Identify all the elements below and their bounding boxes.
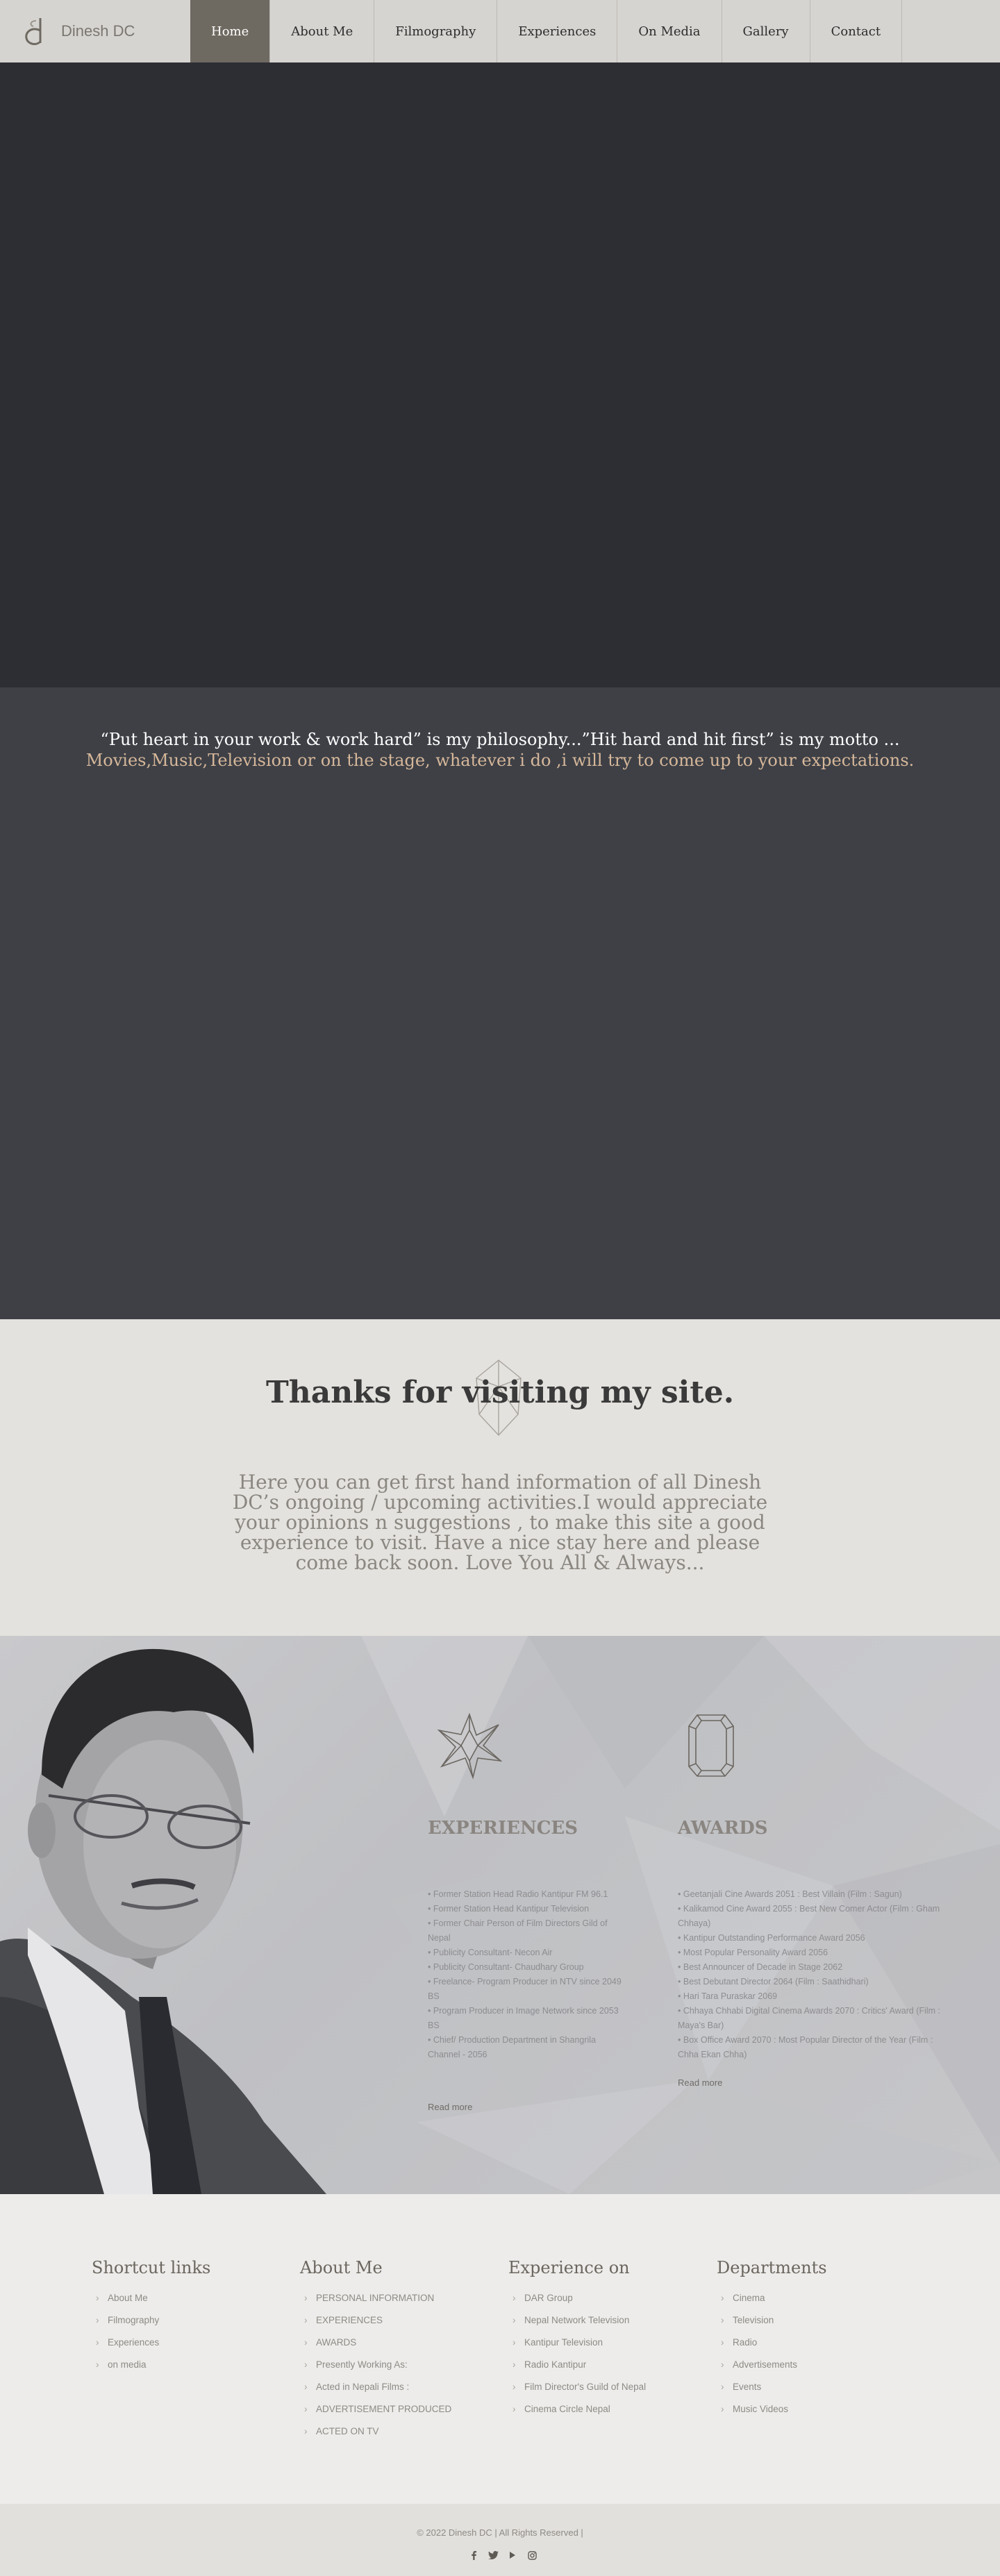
social-links [468,2550,538,2561]
site-logo[interactable]: Dinesh DC [22,15,135,47]
footer-link[interactable]: on media [92,2354,210,2376]
footer-link[interactable]: Acted in Nepali Films : [300,2376,451,2398]
gem-icon [688,1714,734,1777]
list-item: Former Chair Person of Film Directors Gi… [428,1916,629,1946]
footer-link[interactable]: Presently Working As: [300,2354,451,2376]
list-item: Most Popular Personality Award 2056 [678,1946,949,1960]
brand-name: Dinesh DC [61,22,135,40]
star-burst-icon [437,1712,503,1780]
footer-link[interactable]: DAR Group [508,2287,646,2309]
footer-link[interactable]: Cinema Circle Nepal [508,2398,646,2420]
experiences-read-more-link[interactable]: Read more [428,2102,472,2112]
list-item: Former Station Head Kantipur Television [428,1902,629,1916]
facebook-icon[interactable] [468,2550,479,2561]
thanks-body: Here you can get first hand information … [232,1471,768,1574]
list-item: Chhaya Chhabi Digital Cinema Awards 2070… [678,2004,949,2033]
list-item: Best Debutant Director 2064 (Film : Saat… [678,1975,949,1989]
footer-link[interactable]: Events [717,2376,827,2398]
footer-column-departments: Departments Cinema Television Radio Adve… [717,2258,827,2420]
awards-read-more-link[interactable]: Read more [678,2077,722,2088]
footer-link[interactable]: About Me [92,2287,210,2309]
list-item: Kalikamod Cine Award 2055 : Best New Com… [678,1902,949,1931]
quote-accent: Movies,Music,Television or on the stage,… [85,751,915,770]
experiences-list: Former Station Head Radio Kantipur FM 96… [428,1887,629,2062]
footer-column-title: Departments [717,2258,827,2277]
main-nav: Home About Me Filmography Experiences On… [190,0,903,62]
twitter-icon[interactable] [488,2550,499,2561]
footer-link[interactable]: AWARDS [300,2332,451,2354]
footer-link[interactable]: Music Videos [717,2398,827,2420]
nav-gallery[interactable]: Gallery [722,0,810,62]
footer-link[interactable]: ADVERTISEMENT PRODUCED [300,2398,451,2420]
footer-link[interactable]: Advertisements [717,2354,827,2376]
list-item: Publicity Consultant- Chaudhary Group [428,1960,629,1975]
footer-link[interactable]: EXPERIENCES [300,2309,451,2332]
nav-experiences[interactable]: Experiences [497,0,618,62]
awards-list: Geetanjali Cine Awards 2051 : Best Villa… [678,1887,949,2062]
thanks-section: Thanks for visiting my site. Here you ca… [0,1319,1000,1636]
awards-title: AWARDS [678,1818,768,1839]
instagram-icon[interactable] [526,2550,538,2561]
list-item: Box Office Award 2070 : Most Popular Dir… [678,2033,949,2062]
footer-link[interactable]: Filmography [92,2309,210,2332]
footer-link[interactable]: PERSONAL INFORMATION [300,2287,451,2309]
footer-column-title: About Me [300,2258,383,2277]
profile-section: EXPERIENCES Former Station Head Radio Ka… [0,1636,1000,2194]
list-item: Geetanjali Cine Awards 2051 : Best Villa… [678,1887,949,1902]
hero-banner [0,62,1000,687]
nav-contact[interactable]: Contact [810,0,903,62]
dc-monogram-icon [25,17,42,45]
list-item: Best Announcer of Decade in Stage 2062 [678,1960,949,1975]
footer-link[interactable]: Experiences [92,2332,210,2354]
footer-link[interactable]: Film Director's Guild of Nepal [508,2376,646,2398]
nav-filmography[interactable]: Filmography [374,0,498,62]
nav-on-media[interactable]: On Media [617,0,722,62]
footer-link[interactable]: Television [717,2309,827,2332]
youtube-icon[interactable] [507,2550,518,2561]
footer-link[interactable]: Kantipur Television [508,2332,646,2354]
quote-section: “Put heart in your work & work hard” is … [0,687,1000,1319]
footer-column-title: Shortcut links [92,2258,211,2277]
footer-column-experience-on: Experience on DAR Group Nepal Network Te… [508,2258,646,2420]
list-item: Chief/ Production Department in Shangril… [428,2033,629,2062]
quote-main: “Put heart in your work & work hard” is … [100,730,900,749]
footer-column-shortcut-links: Shortcut links About Me Filmography Expe… [92,2258,210,2376]
footer-link[interactable]: ACTED ON TV [300,2420,451,2443]
list-item: Freelance- Program Producer in NTV since… [428,1975,629,2004]
nav-home[interactable]: Home [190,0,271,62]
list-item: Program Producer in Image Network since … [428,2004,629,2033]
nav-about-me[interactable]: About Me [270,0,375,62]
list-item: Former Station Head Radio Kantipur FM 96… [428,1887,629,1902]
footer-column-title: Experience on [508,2258,630,2277]
thanks-title: Thanks for visiting my site. [265,1375,735,1410]
site-header: Dinesh DC Home About Me Filmography Expe… [0,0,1000,62]
philosophy-quote: “Put heart in your work & work hard” is … [0,729,1000,771]
experiences-title: EXPERIENCES [428,1818,578,1839]
copyright-text: © 2022 Dinesh DC | All Rights Reserved | [417,2527,583,2538]
footer-links: Shortcut links About Me Filmography Expe… [0,2194,1000,2504]
list-item: Hari Tara Puraskar 2069 [678,1989,949,2004]
list-item: Kantipur Outstanding Performance Award 2… [678,1931,949,1946]
portrait-photo [0,1648,326,2194]
footer-link[interactable]: Nepal Network Television [508,2309,646,2332]
footer-link[interactable]: Radio Kantipur [508,2354,646,2376]
footer-bottom-bar: © 2022 Dinesh DC | All Rights Reserved | [0,2504,1000,2576]
footer-link[interactable]: Radio [717,2332,827,2354]
footer-link[interactable]: Cinema [717,2287,827,2309]
list-item: Publicity Consultant- Necon Air [428,1946,629,1960]
footer-column-about-me: About Me PERSONAL INFORMATION EXPERIENCE… [300,2258,451,2443]
